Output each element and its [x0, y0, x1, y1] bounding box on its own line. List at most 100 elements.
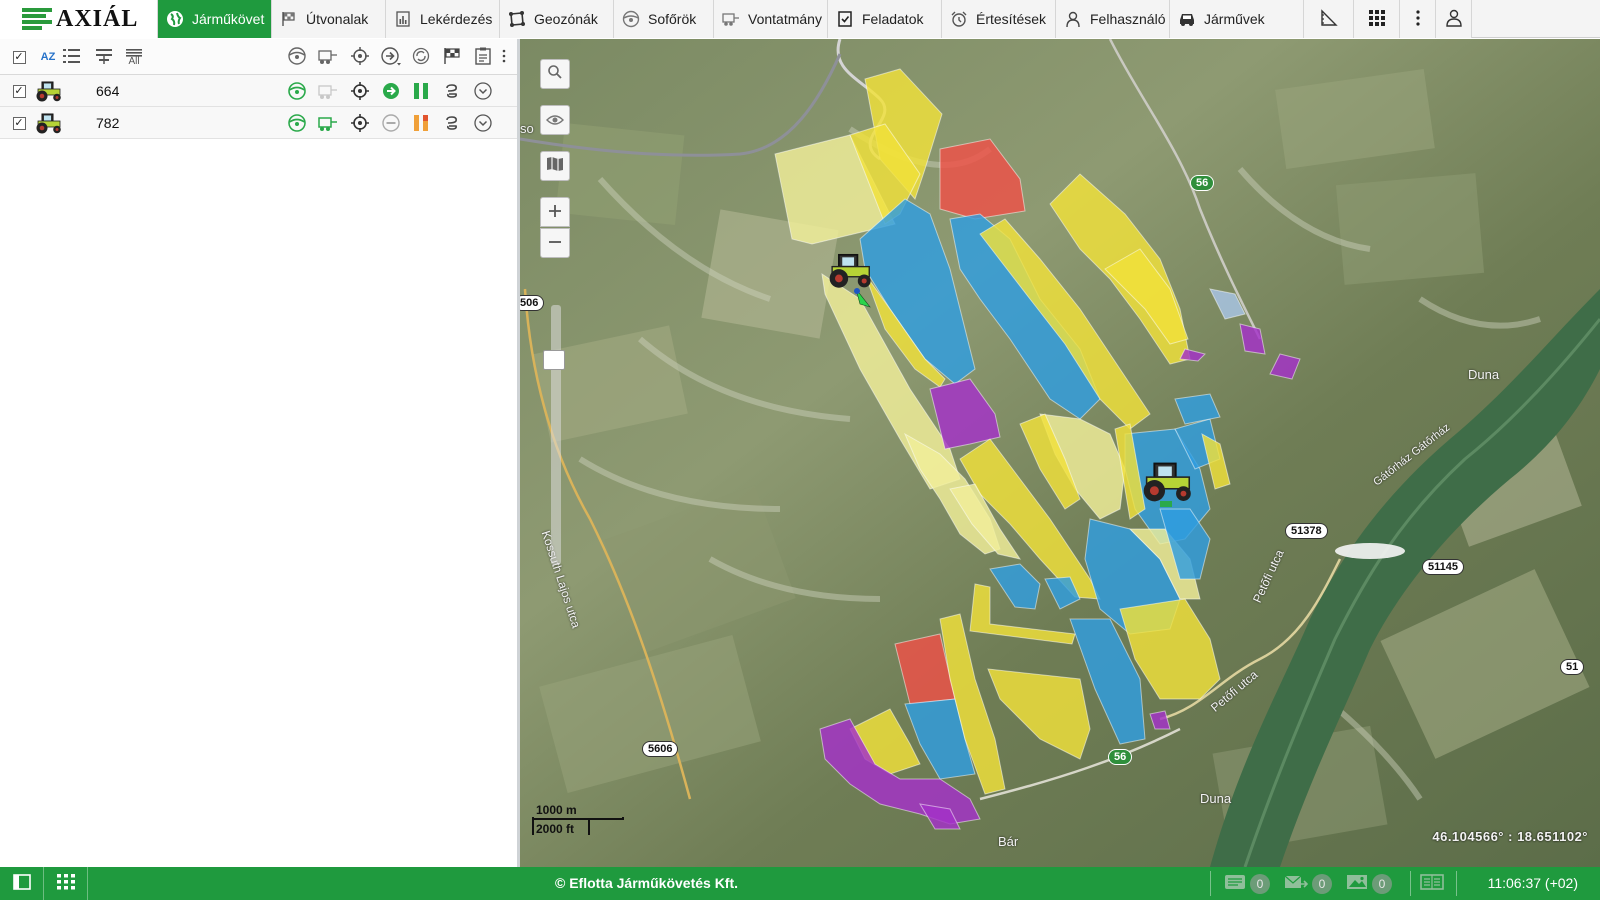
status-divider — [1456, 871, 1457, 896]
all-label: All — [128, 55, 140, 67]
tab-label: Vontatmány — [748, 11, 822, 27]
signal-status-icon[interactable] — [442, 81, 462, 101]
tab-routes[interactable]: Útvonalak — [272, 0, 386, 38]
show-all-button[interactable]: All — [124, 47, 144, 67]
vehicle-marker-782[interactable] — [1135, 459, 1197, 506]
apps-grid-button[interactable] — [1354, 0, 1400, 38]
map-search-button[interactable] — [540, 59, 570, 89]
more-vertical-icon — [1415, 9, 1421, 30]
vehicle-name: 782 — [96, 115, 120, 131]
grid-view-button[interactable] — [44, 867, 88, 900]
map-label-duna: Duna — [1200, 791, 1232, 806]
sort-az-button[interactable]: AZ — [38, 47, 58, 67]
vehicle-marker-664[interactable] — [822, 251, 876, 292]
ignition-status-icon[interactable] — [411, 113, 431, 133]
moving-status-icon[interactable] — [381, 81, 401, 101]
filter-list-button[interactable] — [94, 47, 114, 67]
more-menu-button[interactable] — [1400, 0, 1436, 38]
select-all-checkbox[interactable]: ✓ — [9, 47, 29, 67]
ruler-button[interactable] — [1304, 0, 1354, 38]
tab-drivers[interactable]: Sofőrök — [614, 0, 714, 38]
road-shield: 56 — [1108, 749, 1133, 765]
tab-geozones[interactable]: Geozónák — [500, 0, 614, 38]
vehicle-checkbox[interactable]: ✓ — [9, 113, 29, 133]
report-chart-icon — [394, 10, 412, 28]
copyright-text: © Eflotta Járműkövetés Kft. — [555, 875, 739, 891]
tab-notifications[interactable]: Értesítések — [942, 0, 1056, 38]
display-toggle[interactable] — [1420, 867, 1444, 900]
clock: 11:06:37 (+02) — [1487, 875, 1578, 891]
list-view-button[interactable] — [62, 47, 82, 67]
plus-icon — [548, 201, 562, 224]
direction-column-button[interactable] — [381, 46, 401, 67]
scale-metric-label: 1000 m — [536, 803, 577, 817]
logo-text: AXIÁL — [56, 5, 139, 32]
panel-layout-icon — [1420, 874, 1444, 893]
tab-users[interactable]: Felhasználó — [1056, 0, 1170, 38]
vehicle-row-664[interactable]: ✓ 664 — [0, 75, 517, 107]
tab-reports[interactable]: Lekérdezés — [386, 0, 500, 38]
tab-label: Járműkövet — [192, 11, 265, 27]
images-indicator[interactable]: 0 — [1346, 867, 1392, 900]
sent-indicator[interactable]: 0 — [1284, 867, 1332, 900]
trailer-icon — [722, 10, 740, 28]
refresh-column-button[interactable] — [411, 47, 431, 67]
locate-vehicle-icon[interactable] — [350, 81, 370, 101]
locate-column-button[interactable] — [350, 46, 370, 67]
sort-az-icon: AZ — [38, 52, 58, 63]
signal-status-icon[interactable] — [442, 113, 462, 133]
vehicle-name: 664 — [96, 83, 120, 99]
tractor-icon — [32, 113, 64, 134]
flag-icon — [442, 46, 462, 69]
tab-vehicle-tracking[interactable]: Járműkövet — [158, 0, 272, 38]
status-divider — [1410, 871, 1411, 896]
map-visibility-button[interactable] — [540, 105, 570, 135]
vehicle-checkbox[interactable]: ✓ — [9, 81, 29, 101]
driver-status-icon[interactable] — [287, 113, 307, 133]
zoom-slider-track[interactable] — [551, 305, 561, 565]
driver-icon — [287, 46, 307, 69]
grid-icon — [56, 874, 75, 893]
messages-count: 0 — [1250, 873, 1270, 894]
expand-row-icon[interactable] — [473, 113, 493, 133]
trailer-status-icon[interactable] — [318, 81, 338, 101]
toolbar-more-button[interactable] — [499, 47, 509, 67]
zoom-slider-handle[interactable] — [543, 350, 565, 370]
app-root: AXIÁL Járműkövet Útvonalak Lekérdezés Ge… — [0, 0, 1600, 900]
flag-column-button[interactable] — [442, 47, 462, 67]
map-layers-button[interactable] — [540, 151, 570, 181]
satellite-map[interactable]: so Duna Duna Gátőrház Gátőrház Kossuth L… — [520, 39, 1600, 867]
zoom-in-button[interactable] — [540, 197, 570, 227]
expand-row-icon[interactable] — [473, 81, 493, 101]
task-checklist-icon — [836, 10, 854, 28]
axial-logo[interactable]: AXIÁL — [0, 0, 158, 38]
driver-column-button[interactable] — [287, 46, 307, 69]
toggle-panel-button[interactable] — [0, 867, 44, 900]
images-count: 0 — [1372, 873, 1392, 894]
map-label-so: so — [520, 121, 534, 136]
clipboard-column-button[interactable] — [473, 47, 493, 67]
account-button[interactable] — [1436, 0, 1472, 38]
ignition-status-icon[interactable] — [411, 81, 431, 101]
trailer-status-icon[interactable] — [318, 113, 338, 133]
refresh-icon — [411, 46, 431, 69]
stopped-status-icon[interactable] — [381, 113, 401, 133]
vehicle-list-panel: ✓ AZ All ✓ 664 ✓ 782 — [0, 39, 520, 867]
trailer-column-button[interactable] — [318, 47, 338, 67]
eye-icon — [546, 109, 564, 132]
tab-trailers[interactable]: Vontatmány — [714, 0, 828, 38]
minus-icon — [548, 232, 562, 255]
sidebar-toggle-icon — [12, 874, 31, 893]
tab-tasks[interactable]: Feladatok — [828, 0, 942, 38]
zoom-out-button[interactable] — [540, 228, 570, 258]
map-canvas — [520, 39, 1600, 867]
vehicle-row-782[interactable]: ✓ 782 — [0, 107, 517, 139]
messages-indicator[interactable]: 0 — [1224, 867, 1270, 900]
clipboard-icon — [473, 46, 493, 69]
driver-status-icon[interactable] — [287, 81, 307, 101]
locate-vehicle-icon[interactable] — [350, 113, 370, 133]
search-icon — [547, 63, 563, 86]
message-icon — [1224, 874, 1246, 893]
alarm-clock-icon — [950, 10, 968, 28]
tab-vehicles[interactable]: Járművek — [1170, 0, 1304, 38]
